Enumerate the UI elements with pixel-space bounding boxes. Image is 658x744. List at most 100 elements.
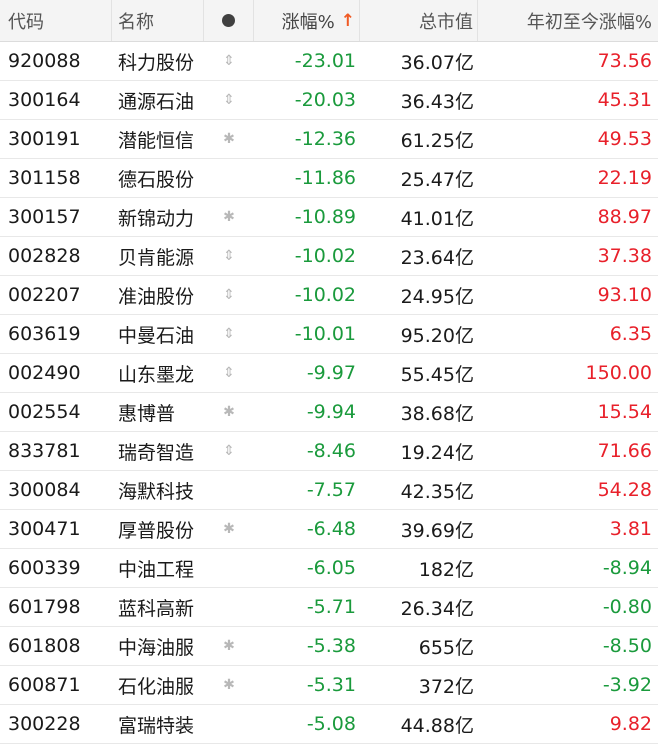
column-header-market-cap[interactable]: 总市值 [360,0,478,41]
column-header-flag[interactable] [204,0,254,41]
ytd-change-percent: -0.80 [602,596,652,618]
market-cap: 24.95亿 [400,285,474,308]
table-row[interactable]: 300471 厚普股份 ✱ -6.48 39.69亿 3.81 [0,510,658,549]
change-percent: -23.01 [294,50,356,72]
updown-icon: ⇕ [223,248,235,264]
table-row[interactable]: 600339 中油工程 -6.05 182亿 -8.94 [0,549,658,588]
stock-code: 600339 [8,557,81,579]
stock-code: 603619 [8,323,81,345]
flag-cell [204,705,254,743]
flag-cell: ✱ [204,627,254,665]
stock-code: 920088 [8,50,81,72]
market-cap: 41.01亿 [400,207,474,230]
ytd-change-percent: 71.66 [597,440,652,462]
table-row[interactable]: 601798 蓝科高新 -5.71 26.34亿 -0.80 [0,588,658,627]
change-percent: -10.01 [294,323,356,345]
table-row[interactable]: 301158 德石股份 -11.86 25.47亿 22.19 [0,159,658,198]
updown-icon: ⇕ [223,326,235,342]
table-row[interactable]: 920088 科力股份 ⇕ -23.01 36.07亿 73.56 [0,42,658,81]
table-row[interactable]: 002490 山东墨龙 ⇕ -9.97 55.45亿 150.00 [0,354,658,393]
updown-icon: ⇕ [223,443,235,459]
change-percent: -7.57 [306,479,356,501]
column-header-change[interactable]: 涨幅% ↑ [254,0,360,41]
market-cap: 61.25亿 [400,129,474,152]
market-cap: 44.88亿 [400,714,474,737]
arrow-up-icon: ↑ [340,10,355,31]
change-percent: -5.31 [306,674,356,696]
change-percent: -5.38 [306,635,356,657]
table-row[interactable]: 300157 新锦动力 ✱ -10.89 41.01亿 88.97 [0,198,658,237]
ytd-change-percent: 6.35 [609,323,652,345]
change-percent: -6.05 [306,557,356,579]
stock-code: 002490 [8,362,81,384]
table-row[interactable]: 833781 瑞奇智造 ⇕ -8.46 19.24亿 71.66 [0,432,658,471]
star-icon: ✱ [223,521,235,537]
ytd-change-percent: 88.97 [597,206,652,228]
change-percent: -10.02 [294,284,356,306]
flag-cell: ⇕ [204,315,254,353]
stock-name: 厚普股份 [118,519,195,542]
star-icon: ✱ [223,209,235,225]
change-percent: -5.08 [306,713,356,735]
flag-cell: ⇕ [204,237,254,275]
table-row[interactable]: 601808 中海油服 ✱ -5.38 655亿 -8.50 [0,627,658,666]
stock-code: 300228 [8,713,81,735]
flag-cell: ✱ [204,120,254,158]
ytd-change-percent: 54.28 [597,479,652,501]
change-percent: -10.89 [294,206,356,228]
market-cap: 55.45亿 [400,363,474,386]
updown-icon: ⇕ [223,365,235,381]
dot-icon [222,14,235,27]
column-header-change-label: 涨幅% [281,11,335,33]
stock-table: 代码 名称 涨幅% ↑ 总市值 年初至今涨幅% 920088 科力股份 ⇕ -23.0… [0,0,658,744]
stock-name: 瑞奇智造 [118,441,195,464]
stock-name: 惠博普 [118,402,176,425]
ytd-change-percent: 73.56 [597,50,652,72]
table-row[interactable]: 600871 石化油服 ✱ -5.31 372亿 -3.92 [0,666,658,705]
change-percent: -12.36 [294,128,356,150]
stock-name: 蓝科高新 [118,597,195,620]
table-row[interactable]: 300228 富瑞特装 -5.08 44.88亿 9.82 [0,705,658,744]
table-row[interactable]: 603619 中曼石油 ⇕ -10.01 95.20亿 6.35 [0,315,658,354]
table-row[interactable]: 300084 海默科技 -7.57 42.35亿 54.28 [0,471,658,510]
star-icon: ✱ [223,404,235,420]
ytd-change-percent: 3.81 [609,518,652,540]
change-percent: -8.46 [306,440,356,462]
stock-name: 富瑞特装 [118,714,195,737]
ytd-change-percent: 45.31 [597,89,652,111]
flag-cell [204,471,254,509]
stock-code: 601798 [8,596,81,618]
ytd-change-percent: -3.92 [602,674,652,696]
table-row[interactable]: 300164 通源石油 ⇕ -20.03 36.43亿 45.31 [0,81,658,120]
flag-cell: ⇕ [204,432,254,470]
flag-cell: ⇕ [204,81,254,119]
table-row[interactable]: 002828 贝肯能源 ⇕ -10.02 23.64亿 37.38 [0,237,658,276]
table-row[interactable]: 002554 惠博普 ✱ -9.94 38.68亿 15.54 [0,393,658,432]
table-row[interactable]: 300191 潜能恒信 ✱ -12.36 61.25亿 49.53 [0,120,658,159]
stock-code: 601808 [8,635,81,657]
column-header-ytd[interactable]: 年初至今涨幅% [478,0,658,41]
change-percent: -11.86 [294,167,356,189]
market-cap: 38.68亿 [400,402,474,425]
flag-cell [204,588,254,626]
stock-code: 300191 [8,128,81,150]
stock-name: 中海油服 [118,636,195,659]
market-cap: 655亿 [418,636,474,659]
table-row[interactable]: 002207 准油股份 ⇕ -10.02 24.95亿 93.10 [0,276,658,315]
column-header-name[interactable]: 名称 [112,0,204,41]
market-cap: 25.47亿 [400,168,474,191]
stock-name: 科力股份 [118,51,195,74]
stock-name: 中曼石油 [118,324,195,347]
flag-cell [204,159,254,197]
stock-name: 潜能恒信 [118,129,195,152]
change-percent: -10.02 [294,245,356,267]
updown-icon: ⇕ [223,287,235,303]
stock-name: 德石股份 [118,168,195,191]
change-percent: -6.48 [306,518,356,540]
market-cap: 23.64亿 [400,246,474,269]
ytd-change-percent: 49.53 [597,128,652,150]
star-icon: ✱ [223,677,235,693]
stock-name: 贝肯能源 [118,246,195,269]
column-header-code[interactable]: 代码 [0,0,112,41]
star-icon: ✱ [223,638,235,654]
